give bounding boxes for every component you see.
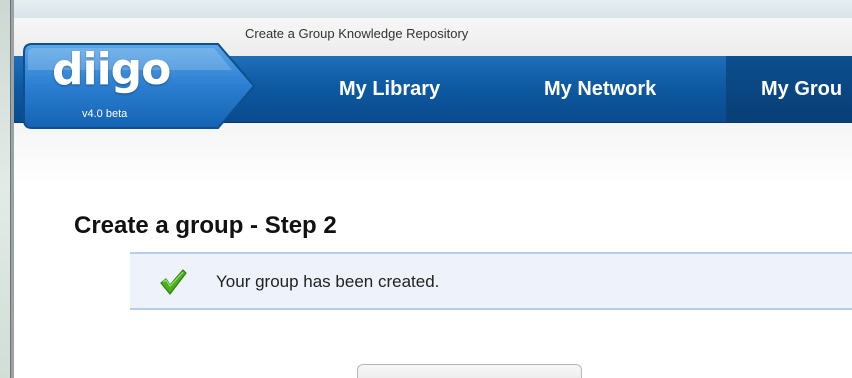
alert-message: Your group has been created.: [216, 272, 440, 291]
nav-my-library[interactable]: My Library: [339, 56, 440, 122]
success-alert: Your group has been created.: [130, 252, 852, 310]
page-heading: Create a group - Step 2: [74, 212, 337, 239]
nav-my-groups[interactable]: My Grou: [726, 56, 852, 122]
page-tagline: Create a Group Knowledge Repository: [245, 26, 469, 41]
logo-version: v4.0 beta: [82, 108, 128, 120]
content-area: [14, 123, 852, 378]
desktop-background: [0, 0, 10, 378]
nav-my-network[interactable]: My Network: [544, 56, 656, 122]
continue-button[interactable]: [357, 364, 582, 378]
logo-wordmark: diigo: [52, 44, 171, 95]
diigo-logo[interactable]: diigo v4.0 beta: [22, 42, 260, 130]
check-icon: [160, 269, 187, 295]
title-strip: [14, 0, 852, 18]
